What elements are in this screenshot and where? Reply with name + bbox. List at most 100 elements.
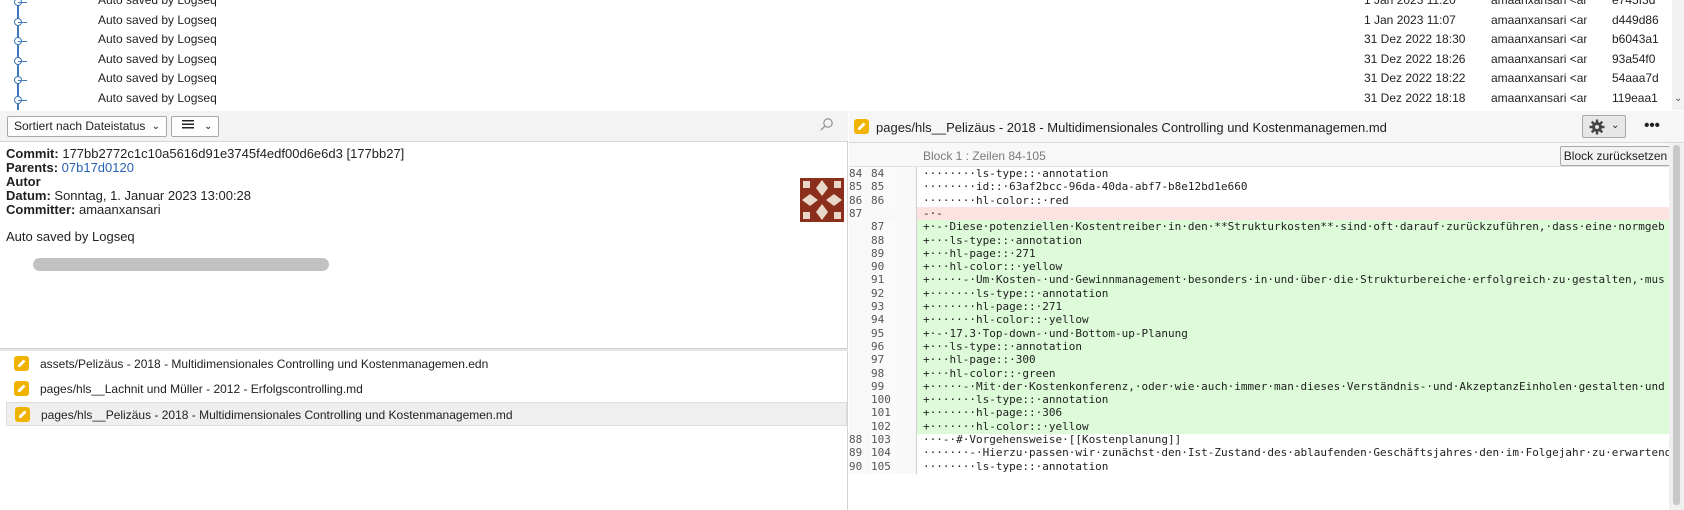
commit-author: amaanxansari <ama (1491, 51, 1587, 66)
commit-hash: e745f3d (1612, 0, 1656, 7)
new-line-number: 85 (871, 180, 897, 195)
diff-line-text: +···hl-color::·yellow (923, 260, 1063, 274)
diff-code-view[interactable]: 84 84 ········ls-type::·annotation 85 85 ····… (849, 167, 1669, 510)
commit-row[interactable]: Auto saved by Logseq 31 Dez 2022 18:22 ama… (0, 69, 1670, 90)
commit-row[interactable]: Auto saved by Logseq 1 Jan 2023 11:07 amaa… (0, 11, 1670, 32)
parents-label: Parents: (6, 160, 59, 175)
new-line-number: 91 (871, 273, 897, 288)
commit-history-list[interactable]: Auto saved by Logseq 1 Jan 2023 11:20 amaa… (0, 0, 1684, 110)
commit-author: amaanxansari <ama (1491, 0, 1587, 7)
old-line-number: 86 (849, 193, 865, 208)
new-line-number: 88 (871, 233, 897, 248)
search-icon[interactable] (820, 117, 834, 134)
old-line-number: 87 (849, 206, 865, 221)
diff-line-text: +·-·17.3·Top-down-·und·Bottom-up-Planung (923, 326, 1188, 340)
commit-row[interactable]: Auto saved by Logseq 31 Dez 2022 18:26 ama… (0, 50, 1670, 71)
commit-details: Commit: 177bb2772c1c10a5616d91e3745f4edf… (0, 143, 848, 348)
chevron-down-icon: ⌄ (1611, 120, 1620, 131)
diff-scrollbar-thumb[interactable] (1673, 145, 1680, 505)
commit-message: Auto saved by Logseq (98, 51, 217, 66)
scroll-down-chevron-icon[interactable]: ⌄ (1674, 93, 1682, 104)
diff-line-text: +·······ls-type::·annotation (923, 286, 1109, 300)
file-name: pages/hls__Lachnit und Müller - 2012 - E… (40, 382, 363, 396)
diff-line: 85 85 ········id::·63af2bcc-96da-40da-abf7… (849, 180, 1669, 195)
new-line-number: 102 (871, 419, 897, 434)
new-line-number: 97 (871, 353, 897, 368)
old-line-number: 84 (849, 167, 865, 181)
commit-date: 31 Dez 2022 18:30 (1364, 32, 1466, 47)
file-name: pages/hls__Pelizäus - 2018 - Multidimens… (41, 408, 513, 422)
more-options-button[interactable]: ••• (1637, 115, 1667, 138)
chevron-down-icon: ⌄ (151, 121, 160, 132)
settings-dropdown[interactable]: ⌄ (1582, 115, 1626, 138)
commit-date: Sonntag, 1. Januar 2023 13:00:28 (54, 188, 252, 203)
commit-message: Auto saved by Logseq (98, 71, 217, 86)
diff-line-text: +·······hl-page::·306 (923, 406, 1063, 420)
diff-line-text: ·······-·Hierzu·passen·wir·zunächst·den·… (923, 446, 1669, 460)
sort-dropdown-label: Sortiert nach Dateistatus (14, 119, 146, 133)
diff-line: 86 86 ········hl-color::·red (849, 193, 1669, 208)
diff-line-text: +·····-·Mit·der·Kostenkonferenz,·oder·wi… (923, 379, 1665, 393)
diff-scrollbar[interactable] (1669, 143, 1684, 510)
diff-line-text: +···hl-color::·green (923, 366, 1056, 380)
avatar (800, 178, 844, 222)
file-list-item-selected[interactable]: pages/hls__Pelizäus - 2018 - Multidimens… (6, 402, 847, 426)
diff-line: 96 +···ls-type::·annotation (849, 339, 1669, 354)
diff-line-text: +·-·Diese·potenziellen·Kostentreiber·in·… (923, 220, 1665, 234)
parent-commit-link[interactable]: 07b17d0120 (62, 160, 134, 175)
diff-line: 98 +···hl-color::·green (849, 366, 1669, 381)
committer-name: amaanxansari (78, 202, 161, 217)
diff-line-text: ···-·#·Vorgehensweise·[[Kostenplanung]] (923, 433, 1182, 446)
sort-dropdown[interactable]: Sortiert nach Dateistatus ⌄ (7, 116, 167, 137)
author-line: Autor (6, 174, 41, 189)
new-line-number: 104 (871, 446, 897, 461)
commit-row[interactable]: Auto saved by Logseq 31 Dez 2022 18:18 ama… (0, 89, 1670, 110)
date-line: Datum: Sonntag, 1. Januar 2023 13:00:28 (6, 188, 251, 203)
commit-message: Auto saved by Logseq (98, 0, 217, 7)
new-line-number: 101 (871, 406, 897, 421)
commit-graph-connector (18, 80, 27, 82)
old-line-number: 89 (849, 446, 865, 461)
diff-header: pages/hls__Pelizäus - 2018 - Multidimens… (849, 111, 1684, 143)
diff-line-text: +···ls-type::·annotation (923, 233, 1082, 247)
new-line-number: 89 (871, 246, 897, 261)
modified-file-icon (14, 356, 29, 374)
commit-line: Commit: 177bb2772c1c10a5616d91e3745f4edf… (6, 146, 404, 161)
commit-date: 31 Dez 2022 18:22 (1364, 71, 1466, 86)
new-line-number: 92 (871, 286, 897, 301)
modified-file-icon (15, 407, 30, 425)
commit-date: 31 Dez 2022 18:26 (1364, 51, 1466, 66)
file-list-item[interactable]: pages/hls__Lachnit und Müller - 2012 - E… (6, 377, 847, 401)
file-list-item[interactable]: assets/Pelizäus - 2018 - Multidimensiona… (6, 352, 847, 376)
diff-line-text: +·······ls-type::·annotation (923, 393, 1109, 407)
commit-graph-connector (18, 2, 27, 3)
diff-line: 101 +·······hl-page::·306 (849, 406, 1669, 421)
commit-graph-connector (18, 41, 27, 43)
committer-line: Committer: amaanxansari (6, 202, 161, 217)
diff-line-text: +···ls-type::·annotation (923, 339, 1082, 353)
commit-row[interactable]: Auto saved by Logseq 31 Dez 2022 18:30 ama… (0, 30, 1670, 51)
commit-graph-connector (18, 100, 27, 101)
commit-hash: b6043a1 (1612, 32, 1659, 47)
pane-divider[interactable] (0, 348, 848, 351)
diff-line: 88 103 ···-·#·Vorgehensweise·[[Kostenplanu… (849, 433, 1669, 447)
new-line-number: 96 (871, 339, 897, 354)
new-line-number: 90 (871, 260, 897, 275)
new-line-number: 93 (871, 300, 897, 314)
commit-date: 31 Dez 2022 18:18 (1364, 91, 1466, 105)
commit-hash: 93a54f0 (1612, 51, 1656, 66)
diff-line: 88 +···ls-type::·annotation (849, 233, 1669, 248)
diff-line-text: ········hl-color::·red (923, 193, 1069, 207)
diff-line-text: +···hl-page::·300 (923, 353, 1036, 367)
view-mode-dropdown[interactable]: ⌄ (171, 116, 219, 137)
old-line-number: 85 (849, 180, 865, 195)
commit-date: 1 Jan 2023 11:07 (1364, 12, 1456, 27)
diff-line: 94 +·······hl-color::·yellow (849, 313, 1669, 328)
committer-label: Committer: (6, 202, 76, 217)
reset-block-button[interactable]: Block zurücksetzen (1560, 146, 1671, 166)
gear-icon (1589, 119, 1605, 138)
diff-line: 84 84 ········ls-type::·annotation (849, 167, 1669, 181)
commit-hash: 177bb2772c1c10a5616d91e3745f4edf00d6e6d3… (62, 146, 405, 161)
parents-line: Parents: 07b17d0120 (6, 160, 134, 175)
diff-line-text: ········ls-type::·annotation (923, 167, 1109, 180)
